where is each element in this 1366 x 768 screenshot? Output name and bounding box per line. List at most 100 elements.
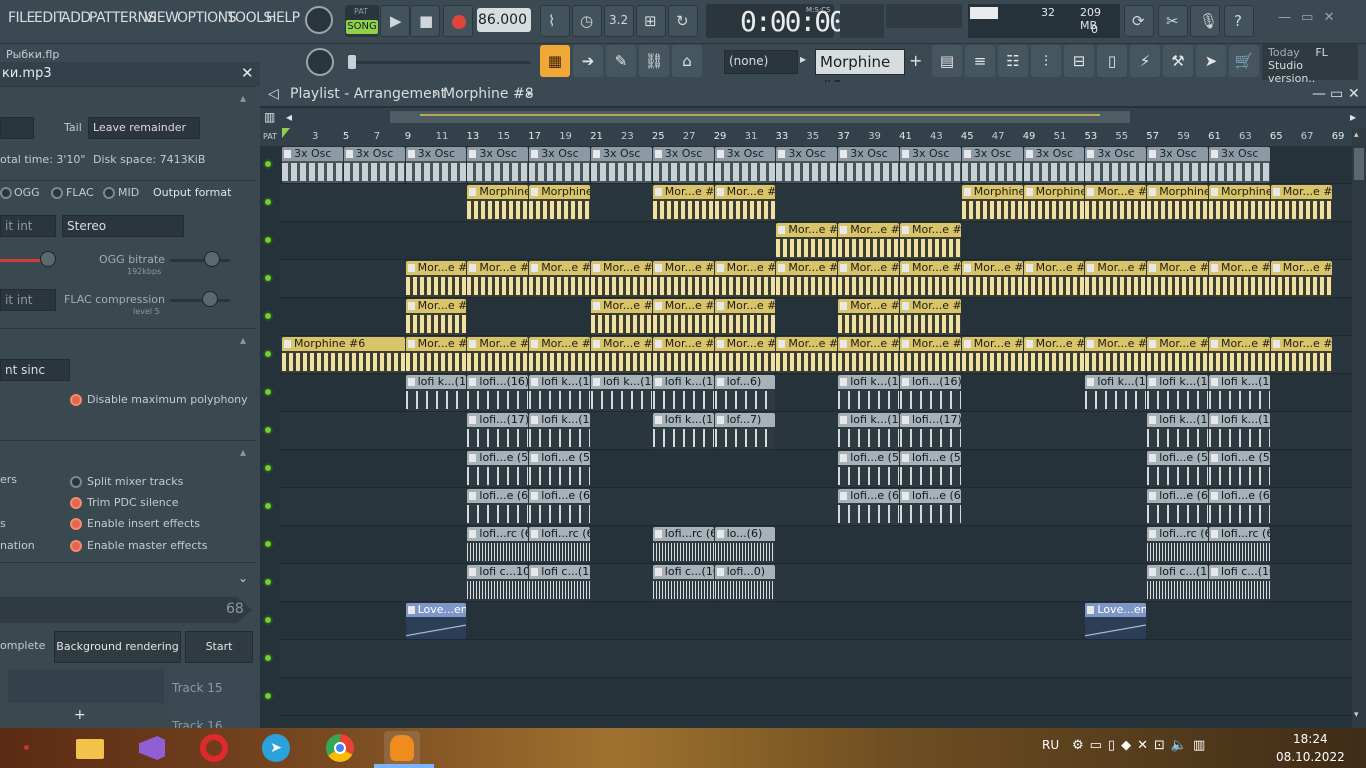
pattern-clip[interactable]: Morphine [467, 185, 529, 221]
collapse-icon[interactable]: ▴ [240, 91, 246, 105]
pattern-clip[interactable]: lofi k...(16) [591, 375, 652, 411]
channel-rack-button[interactable]: ☷ [998, 45, 1028, 77]
pattern-clip[interactable]: Mor...e #2 [961, 261, 1023, 297]
pattern-clip[interactable]: lofi...rc (6) [467, 527, 529, 563]
pattern-clip[interactable]: lofi...e (6) [838, 489, 899, 525]
pattern-clip[interactable]: Mor...e #4 [1085, 337, 1147, 373]
pattern-clip[interactable]: Love...ency [1085, 603, 1147, 639]
pattern-clip[interactable]: lofi c...(10) [652, 565, 714, 601]
pattern-clip[interactable]: lofi k...(16) [652, 375, 714, 411]
pattern-clip[interactable]: 3x Osc [652, 147, 714, 183]
pattern-clip[interactable]: Mor...e #3 [405, 299, 467, 335]
slider-handle[interactable] [348, 55, 356, 69]
pattern-clip[interactable]: lofi...rc (6) [1209, 527, 1270, 563]
menu-help[interactable]: HELP [266, 10, 300, 26]
pattern-clip[interactable]: lofi...e (5) [900, 451, 961, 487]
tempo-display[interactable]: 86.000 [477, 8, 531, 32]
pattern-clip[interactable]: Mor...e #7 [714, 185, 776, 221]
overview-scroll-thumb[interactable] [390, 111, 1130, 123]
plugin-button[interactable]: ⚡ [1130, 45, 1160, 77]
chevron-down-icon[interactable]: ⌄ [238, 571, 248, 585]
pat-song-switch[interactable]: PAT SONG [345, 5, 379, 37]
pattern-clip[interactable]: lofi...e (6) [529, 489, 590, 525]
play-button[interactable]: ▶ [380, 5, 410, 37]
track-mute-led[interactable] [263, 273, 273, 283]
add-pattern-icon[interactable]: + [909, 51, 925, 71]
collapse-icon[interactable]: ▴ [240, 333, 246, 347]
news-panel[interactable]: Today FL Studio version.. [1262, 44, 1358, 85]
step-edit-button[interactable]: ⊞ [636, 5, 666, 37]
pattern-clip[interactable]: lofi c...10) [467, 565, 529, 601]
pattern-clip[interactable]: Morphine [1023, 185, 1085, 221]
track-mute-led[interactable] [263, 463, 273, 473]
track-mute-led[interactable] [263, 653, 273, 663]
collapse-icon[interactable]: ▴ [240, 445, 246, 459]
menu-add[interactable]: ADD [61, 10, 91, 26]
bit-depth-select[interactable]: it int [0, 215, 56, 237]
pattern-clip[interactable]: Mor...e #2 [776, 261, 838, 297]
pattern-clip[interactable]: Mor...e #2 [1023, 261, 1085, 297]
file-explorer-icon[interactable] [72, 731, 108, 765]
clock-date[interactable]: 08.10.2022 [1276, 750, 1345, 764]
pattern-clip[interactable]: lofi...0) [714, 565, 776, 601]
pattern-name-field[interactable]: Morphine #8 [815, 49, 905, 95]
pattern-clip[interactable]: Mor...e #4 [467, 337, 529, 373]
pattern-clip[interactable]: Mor...e #2 [900, 261, 961, 297]
pattern-clip[interactable]: Mor...e #2 [1209, 261, 1270, 297]
track-lane[interactable] [280, 678, 1352, 716]
flac-slider[interactable] [170, 299, 230, 302]
pattern-clip[interactable]: Mor...e #4 [776, 337, 838, 373]
timeline-ruler[interactable]: 3 5 7 9 11 13 15 17 19 21 23 25 27 29 31 33 35 37 39 41 43 45… [282, 128, 1352, 146]
menu-view[interactable]: VIEW [144, 10, 179, 26]
file-button[interactable]: ▯ [1097, 45, 1127, 77]
pattern-clip[interactable]: Mor...e #2 [529, 261, 590, 297]
chevron-right-icon[interactable]: ▸ [528, 82, 533, 106]
track-mute-led[interactable] [263, 387, 273, 397]
pattern-clip[interactable]: Mor...e #4 [961, 337, 1023, 373]
pattern-clip[interactable]: Mor...e #2 [1085, 261, 1147, 297]
pattern-clip[interactable]: lofi...rc (6) [652, 527, 714, 563]
background-rendering-button[interactable]: Background rendering [54, 631, 181, 663]
master-effects-radio[interactable] [70, 540, 82, 552]
track-mute-led[interactable] [263, 577, 273, 587]
track-mute-led[interactable] [263, 615, 273, 625]
pattern-clip[interactable]: Mor...e #4 [405, 337, 467, 373]
record-audio-button[interactable]: 🎙 [1190, 5, 1220, 37]
pattern-clip[interactable]: lofi...e (6) [1209, 489, 1270, 525]
master-pitch-knob[interactable] [306, 48, 334, 76]
menu-edit[interactable]: EDIT [34, 10, 65, 26]
pattern-clip[interactable]: 3x Osc [591, 147, 652, 183]
scroll-right-icon[interactable]: ▸ [1350, 110, 1356, 124]
pattern-clip[interactable]: Mor...e #2 [714, 261, 776, 297]
mixer-button[interactable]: ⫶ [1031, 45, 1061, 77]
piano-roll-button[interactable]: ≡ [965, 45, 995, 77]
pattern-clip[interactable]: lofi...e (5) [1209, 451, 1270, 487]
radio-ogg[interactable] [0, 187, 12, 199]
scroll-left-icon[interactable]: ◂ [286, 110, 292, 124]
chrome-icon[interactable] [322, 731, 358, 765]
pattern-clip[interactable]: lofi...(16) [900, 375, 961, 411]
pattern-clip[interactable]: Mor...e #4 [652, 337, 714, 373]
pattern-clip[interactable]: Mor...e #2 [1270, 261, 1332, 297]
master-volume-knob[interactable] [305, 6, 333, 34]
mode-select[interactable] [0, 117, 34, 139]
restore-icon[interactable]: ▭ [1301, 10, 1313, 25]
pattern-clip[interactable]: lofi c...(10) [1209, 565, 1270, 601]
pattern-clip[interactable]: Morphine #6 [282, 337, 405, 373]
pattern-clip[interactable]: lofi k...(17) [838, 413, 899, 449]
pattern-picker-icon[interactable]: ▥ [264, 110, 275, 124]
track-mute-led[interactable] [263, 349, 273, 359]
pattern-clip[interactable]: lof...7) [714, 413, 776, 449]
pattern-clip[interactable]: 3x Osc [714, 147, 776, 183]
pattern-clip[interactable]: Mor...e #2 [467, 261, 529, 297]
pattern-clip[interactable]: lofi c...(10) [1147, 565, 1208, 601]
playlist-snap-button[interactable]: ▦ [540, 45, 570, 77]
pattern-clip[interactable]: 3x Osc [1147, 147, 1208, 183]
pattern-clip[interactable]: lofi...e (5) [467, 451, 529, 487]
track-mute-led[interactable] [263, 159, 273, 169]
pattern-selector[interactable]: (none) [724, 50, 798, 74]
pattern-clip[interactable]: 3x Osc [467, 147, 529, 183]
opera-icon[interactable] [196, 731, 232, 765]
metronome-button[interactable]: ⌇ [540, 5, 570, 37]
pattern-clip[interactable]: Mor...e #5 [776, 223, 838, 259]
